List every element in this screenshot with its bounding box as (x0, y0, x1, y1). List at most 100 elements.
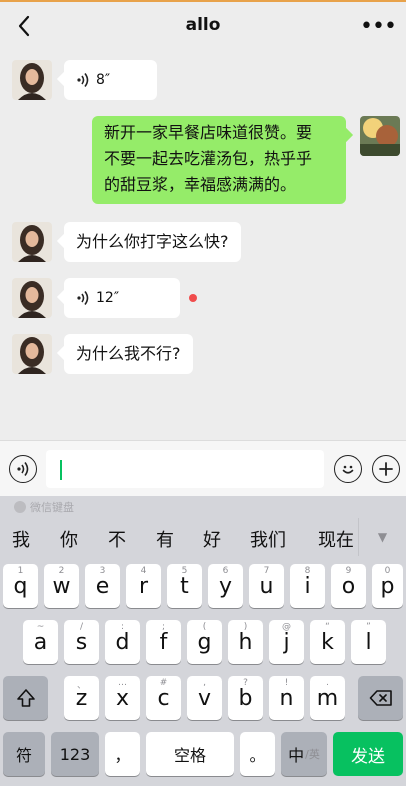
key-w[interactable]: 2w (44, 564, 79, 608)
wechat-keyboard-icon (14, 501, 26, 513)
key-hint: 1 (17, 566, 24, 576)
key-hint: “ (325, 622, 330, 632)
numbers-key[interactable]: 123 (51, 732, 99, 776)
keyboard-brand-label: 微信键盘 (30, 501, 74, 514)
key-hint: 8 (304, 566, 311, 576)
key-p[interactable]: 0p (372, 564, 403, 608)
key-b[interactable]: ? b (228, 676, 263, 720)
key-s[interactable]: / s (64, 620, 99, 664)
incoming-text-bubble[interactable]: 为什么我不行? (64, 334, 193, 374)
candidate-word[interactable]: 你 (60, 526, 78, 552)
key-hint: / (79, 622, 84, 632)
candidate-word[interactable]: 我 (12, 526, 30, 552)
key-g[interactable]: (g (187, 620, 222, 664)
contact-avatar[interactable] (12, 60, 52, 100)
send-button[interactable]: 发送 (333, 732, 403, 776)
backspace-key[interactable] (358, 676, 403, 720)
key-label: x (115, 685, 130, 711)
key-z[interactable]: 、 z (64, 676, 99, 720)
back-button[interactable] (8, 8, 40, 44)
voice-duration: 12″ (96, 290, 120, 306)
language-switch-key[interactable]: 中/英 (281, 732, 327, 776)
message-list[interactable]: 8″ 新开一家早餐店味道很赞。要 不要一起去吃灌汤包，热乎乎 的甜豆浆，幸福感满… (0, 48, 406, 440)
voice-message-bubble[interactable]: 12″ (64, 278, 180, 318)
key-label: t (180, 573, 189, 599)
key-label: f (159, 629, 168, 655)
message-input[interactable] (46, 450, 324, 488)
key-j[interactable]: @ j (269, 620, 304, 664)
contact-avatar[interactable] (12, 278, 52, 318)
key-label: g (197, 629, 212, 655)
candidate-word[interactable]: 我们 (250, 526, 286, 552)
voice-input-button[interactable] (9, 455, 37, 483)
period-key[interactable]: 。 (240, 732, 275, 776)
key-a[interactable]: ~ a (23, 620, 58, 664)
key-n[interactable]: ! n (269, 676, 304, 720)
key-label: n (279, 685, 294, 711)
key-u[interactable]: 7u (249, 564, 284, 608)
key-v[interactable]: ,v (187, 676, 222, 720)
key-hint: # (159, 678, 168, 688)
key-x[interactable]: … x (105, 676, 140, 720)
emoji-button[interactable] (334, 455, 362, 483)
symbols-key[interactable]: 符 (3, 732, 45, 776)
key-t[interactable]: 5t (167, 564, 202, 608)
message-line: 的甜豆浆，幸福感满满的。 (104, 175, 297, 194)
key-label: p (380, 573, 395, 599)
candidate-word[interactable]: 不 (108, 526, 126, 552)
key-hint: 3 (99, 566, 106, 576)
key-label: w (52, 573, 71, 599)
key-label: y (218, 573, 233, 599)
key-y[interactable]: 6y (208, 564, 243, 608)
key-hint: : (120, 622, 125, 632)
key-d[interactable]: :d (105, 620, 140, 664)
candidate-word[interactable]: 现在 (318, 526, 354, 552)
key-label: m (316, 685, 339, 711)
key-hint: … (118, 678, 127, 688)
space-key[interactable]: 空格 (146, 732, 234, 776)
my-avatar[interactable] (360, 116, 400, 156)
key-label: b (238, 685, 253, 711)
key-hint: 2 (58, 566, 65, 576)
key-hint: ~ (36, 622, 45, 632)
key-e[interactable]: 3e (85, 564, 120, 608)
more-options-button[interactable]: ••• (360, 8, 397, 44)
chevron-left-icon (18, 15, 30, 37)
key-k[interactable]: “k (310, 620, 345, 664)
expand-candidates-button[interactable]: ▼ (358, 518, 406, 556)
key-hint: 5 (181, 566, 188, 576)
key-l[interactable]: ” l (351, 620, 386, 664)
text-caret (60, 460, 62, 480)
incoming-text-bubble[interactable]: 为什么你打字这么快? (64, 222, 241, 262)
key-c[interactable]: # c (146, 676, 181, 720)
key-label: o (341, 573, 356, 599)
more-actions-button[interactable] (372, 455, 400, 483)
key-label: c (157, 685, 170, 711)
key-hint: ) (243, 622, 248, 632)
key-hint: 0 (384, 566, 391, 576)
outgoing-text-bubble[interactable]: 新开一家早餐店味道很赞。要 不要一起去吃灌汤包，热乎乎 的甜豆浆，幸福感满满的。 (92, 116, 346, 204)
candidate-word[interactable]: 好 (203, 526, 221, 552)
smiley-icon (342, 465, 354, 474)
contact-avatar[interactable] (12, 222, 52, 262)
key-label: a (33, 629, 48, 655)
candidate-word[interactable]: 有 (156, 526, 174, 552)
lang-main-label: 中 (288, 746, 305, 765)
voice-message-bubble[interactable]: 8″ (64, 60, 157, 100)
key-o[interactable]: 9o (331, 564, 366, 608)
key-label: q (13, 573, 28, 599)
key-h[interactable]: ) h (228, 620, 263, 664)
key-r[interactable]: 4r (126, 564, 161, 608)
unread-indicator (189, 294, 197, 302)
key-label: u (259, 573, 274, 599)
contact-avatar[interactable] (12, 334, 52, 374)
key-f[interactable]: ; f (146, 620, 181, 664)
key-i[interactable]: 8i (290, 564, 325, 608)
comma-key[interactable]: ， (105, 732, 140, 776)
key-q[interactable]: 1q (3, 564, 38, 608)
key-m[interactable]: .m (310, 676, 345, 720)
key-hint: ? (243, 678, 248, 688)
key-hint: ” (366, 622, 371, 632)
key-hint: , (203, 678, 206, 688)
shift-key[interactable] (3, 676, 48, 720)
